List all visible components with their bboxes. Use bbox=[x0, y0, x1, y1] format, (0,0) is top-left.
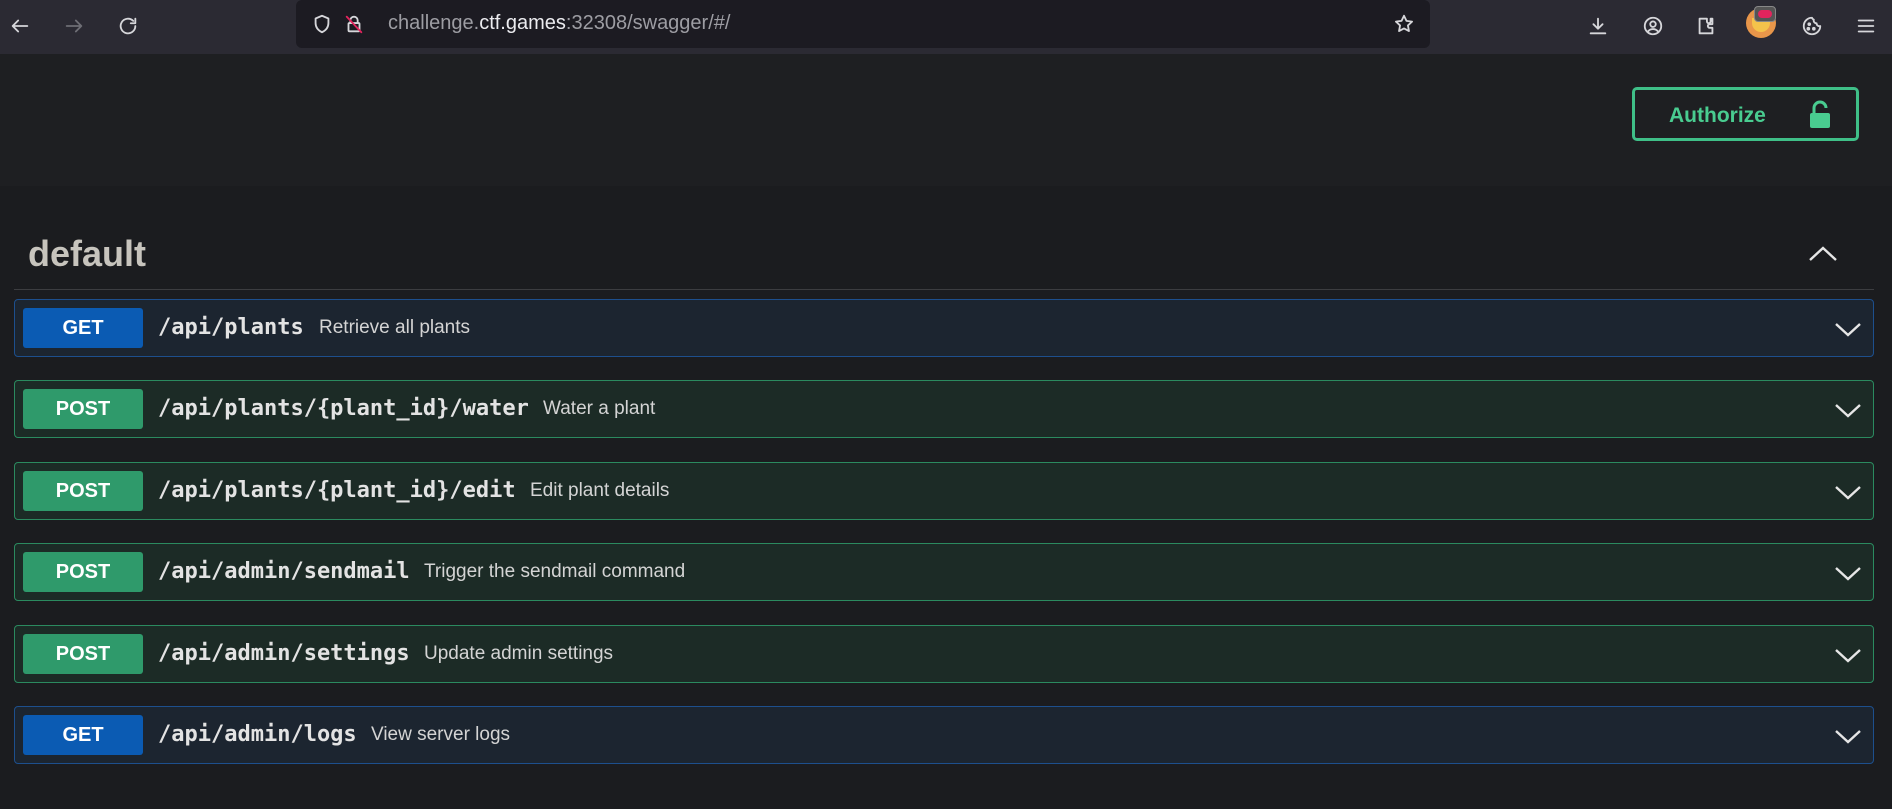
operation-path: /api/admin/sendmail bbox=[158, 559, 410, 584]
method-badge: POST bbox=[23, 471, 143, 511]
method-badge: POST bbox=[23, 634, 143, 674]
operation-path: /api/plants/{plant_id}/edit bbox=[158, 478, 516, 503]
badge-shape bbox=[1754, 6, 1776, 22]
operation-water-plant[interactable]: POST /api/plants/{plant_id}/water Water … bbox=[14, 380, 1874, 438]
cookie-icon[interactable] bbox=[1796, 10, 1828, 42]
lock-icon bbox=[1807, 100, 1833, 133]
operation-admin-settings[interactable]: POST /api/admin/settings Update admin se… bbox=[14, 625, 1874, 683]
method-badge: GET bbox=[23, 308, 143, 348]
operation-admin-sendmail[interactable]: POST /api/admin/sendmail Trigger the sen… bbox=[14, 543, 1874, 601]
forward-icon[interactable] bbox=[58, 10, 90, 42]
url-suffix: :32308/swagger/#/ bbox=[565, 12, 731, 34]
authorize-button[interactable]: Authorize bbox=[1632, 87, 1859, 141]
account-icon[interactable] bbox=[1637, 10, 1669, 42]
section-title[interactable]: default bbox=[28, 233, 146, 275]
browser-toolbar: challenge.ctf.games:32308/swagger/#/ bbox=[0, 0, 1892, 54]
extensions-icon[interactable] bbox=[1690, 10, 1722, 42]
url-host: ctf.games bbox=[479, 12, 566, 34]
extension-avatar-icon[interactable] bbox=[1746, 6, 1776, 38]
url-bar[interactable]: challenge.ctf.games:32308/swagger/#/ bbox=[296, 0, 1430, 48]
chevron-down-icon[interactable] bbox=[1833, 723, 1863, 749]
section-divider bbox=[14, 289, 1874, 290]
url-text[interactable]: challenge.ctf.games:32308/swagger/#/ bbox=[388, 12, 730, 35]
operation-path: /api/plants bbox=[158, 315, 304, 340]
chevron-down-icon[interactable] bbox=[1833, 479, 1863, 505]
chevron-up-icon[interactable] bbox=[1806, 238, 1840, 268]
reload-icon[interactable] bbox=[112, 10, 144, 42]
chevron-down-icon[interactable] bbox=[1833, 316, 1863, 342]
operation-summary: Water a plant bbox=[543, 398, 656, 419]
method-badge: POST bbox=[23, 552, 143, 592]
insecure-lock-icon[interactable] bbox=[338, 8, 370, 40]
operation-path: /api/admin/logs bbox=[158, 722, 357, 747]
method-badge: GET bbox=[23, 715, 143, 755]
operation-admin-logs[interactable]: GET /api/admin/logs View server logs bbox=[14, 706, 1874, 764]
chevron-down-icon[interactable] bbox=[1833, 642, 1863, 668]
back-icon[interactable] bbox=[4, 10, 36, 42]
chevron-down-icon[interactable] bbox=[1833, 397, 1863, 423]
swagger-topbar bbox=[0, 54, 1892, 186]
shield-icon[interactable] bbox=[306, 8, 338, 40]
url-prefix: challenge. bbox=[388, 12, 480, 34]
authorize-label: Authorize bbox=[1669, 104, 1766, 127]
operation-edit-plant[interactable]: POST /api/plants/{plant_id}/edit Edit pl… bbox=[14, 462, 1874, 520]
operation-get-plants[interactable]: GET /api/plants Retrieve all plants bbox=[14, 299, 1874, 357]
operation-summary: Retrieve all plants bbox=[319, 317, 471, 338]
download-icon[interactable] bbox=[1582, 10, 1614, 42]
operation-path: /api/plants/{plant_id}/water bbox=[158, 396, 529, 421]
menu-icon[interactable] bbox=[1850, 10, 1882, 42]
operation-summary: Edit plant details bbox=[530, 480, 670, 501]
star-icon[interactable] bbox=[1388, 8, 1420, 40]
operation-summary: Trigger the sendmail command bbox=[424, 561, 686, 582]
chevron-down-icon[interactable] bbox=[1833, 560, 1863, 586]
operation-path: /api/admin/settings bbox=[158, 641, 410, 666]
operation-summary: Update admin settings bbox=[424, 643, 614, 664]
operation-summary: View server logs bbox=[371, 724, 511, 745]
method-badge: POST bbox=[23, 389, 143, 429]
